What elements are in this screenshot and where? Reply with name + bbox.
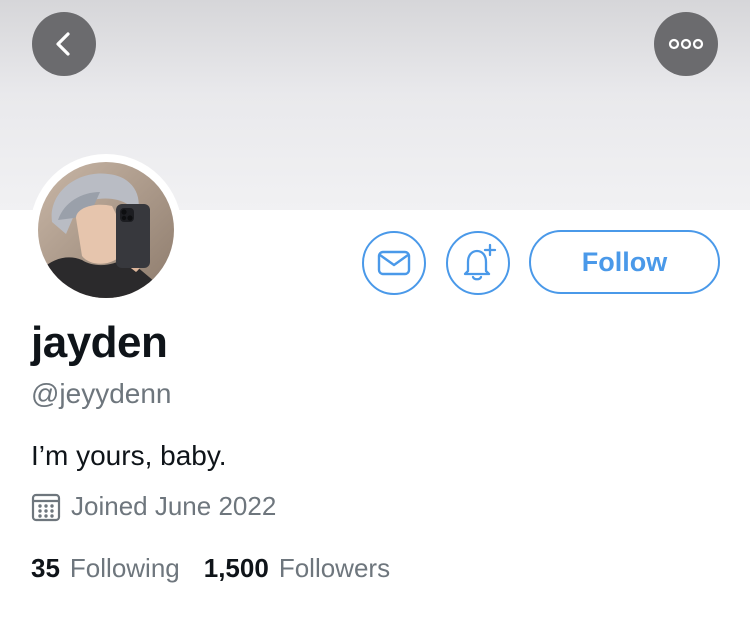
- profile-stats: 35 Following 1,500 Followers: [31, 553, 414, 584]
- following-label: Following: [69, 553, 180, 583]
- following-stat[interactable]: 35 Following: [31, 553, 180, 584]
- followers-count: 1,500: [203, 553, 269, 583]
- avatar[interactable]: [38, 162, 174, 298]
- chevron-left-icon: [56, 32, 70, 56]
- joined-date: Joined June 2022: [31, 491, 276, 522]
- follow-button[interactable]: Follow: [529, 230, 720, 294]
- more-options-button[interactable]: [654, 12, 718, 76]
- profile-bio: I’m yours, baby.: [31, 440, 227, 471]
- back-button[interactable]: [32, 12, 96, 76]
- ellipsis-icon: [668, 38, 704, 50]
- joined-text: Joined June 2022: [71, 491, 277, 521]
- user-handle: @jeyydenn: [31, 378, 172, 409]
- avatar-ring: [30, 154, 182, 306]
- followers-stat[interactable]: 1,500 Followers: [204, 553, 390, 584]
- envelope-icon: [377, 250, 411, 276]
- display-name: jayden: [31, 318, 168, 367]
- followers-label: Followers: [278, 553, 391, 583]
- notifications-button[interactable]: [446, 231, 510, 295]
- calendar-icon: [31, 492, 61, 522]
- profile-screen: Follow jayden @jeyydenn I’m yours, baby.…: [0, 0, 750, 620]
- message-button[interactable]: [362, 231, 426, 295]
- avatar-photo: [38, 162, 174, 298]
- bell-plus-icon: [463, 243, 497, 281]
- following-count: 35: [31, 553, 60, 583]
